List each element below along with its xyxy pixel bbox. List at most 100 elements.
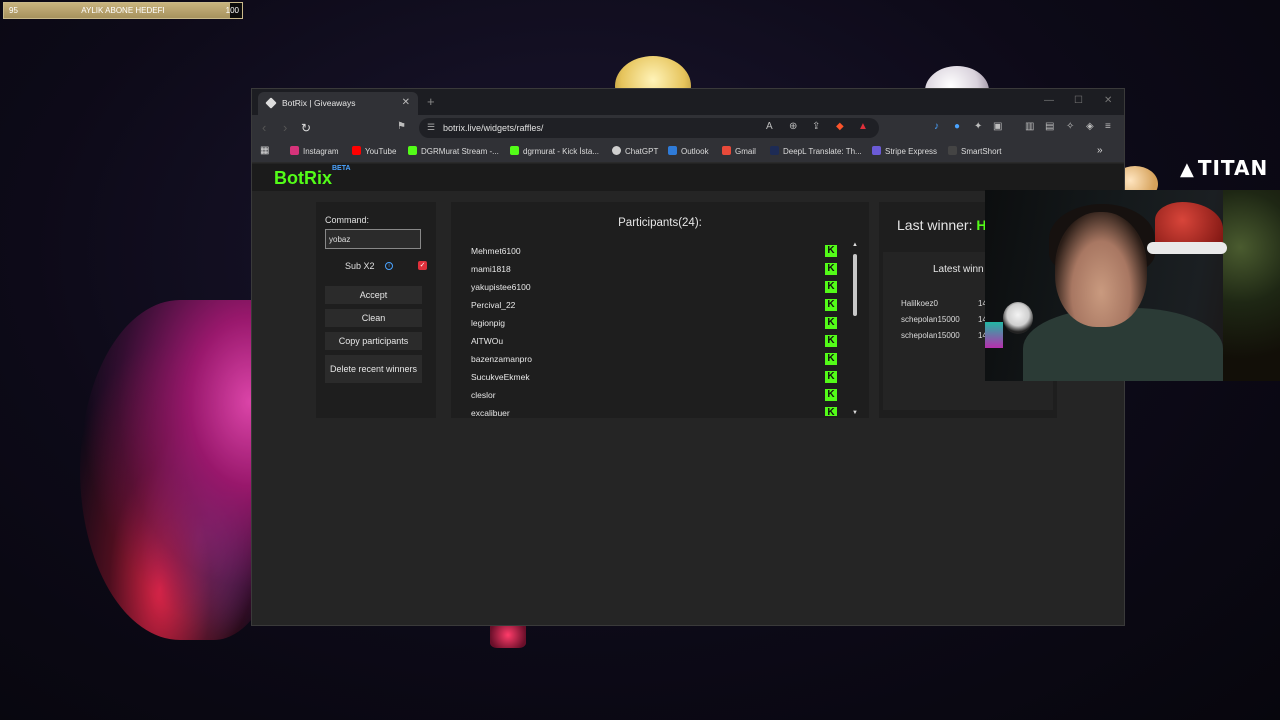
copy-participants-button[interactable]: Copy participants bbox=[325, 332, 422, 350]
titan-logo-text: TITAN bbox=[1197, 156, 1269, 180]
site-settings-icon[interactable]: ☰ bbox=[427, 122, 435, 133]
bookmark-youtube[interactable]: YouTube bbox=[352, 146, 396, 156]
bookmarks-bar: ▦ Instagram YouTube DGRMurat Stream -...… bbox=[252, 141, 1124, 163]
participant-name: legionpig bbox=[471, 318, 506, 328]
streamer-face bbox=[1055, 212, 1147, 327]
participant-name: Mehmet6100 bbox=[471, 246, 521, 256]
browser-toolbar: ‹ › ↻ ⚑ ☰ botrix.live/widgets/raffles/ A… bbox=[252, 115, 1124, 141]
command-input[interactable] bbox=[325, 229, 421, 249]
list-item: Halilkoez0 14 bbox=[901, 299, 987, 308]
puzzle-icon[interactable]: ✦ bbox=[974, 121, 982, 132]
kick-icon: K bbox=[825, 407, 837, 416]
participants-panel: Participants(24): Mehmet6100 K mami1818 K … bbox=[451, 202, 869, 418]
list-item: Percival_22 K bbox=[459, 296, 837, 314]
bookmark-gmail[interactable]: Gmail bbox=[722, 146, 756, 156]
participant-name: AlTWOu bbox=[471, 336, 504, 346]
brave-rewards-icon[interactable]: ▲ bbox=[858, 121, 868, 132]
participant-name: Percival_22 bbox=[471, 300, 516, 310]
tab-botrix-giveaways[interactable]: BotRix | Giveaways ✕ bbox=[258, 92, 418, 115]
brave-shield-icon[interactable]: ◆ bbox=[836, 121, 844, 132]
kick-icon: K bbox=[825, 299, 837, 311]
maximize-icon[interactable]: ☐ bbox=[1074, 95, 1083, 106]
extension-icon[interactable]: ● bbox=[954, 121, 960, 132]
sub-goal-title: AYLIK ABONE HEDEFI bbox=[81, 6, 165, 15]
stripe-icon bbox=[872, 146, 881, 155]
list-item: Mehmet6100 K bbox=[459, 242, 837, 260]
deepl-icon bbox=[770, 146, 779, 155]
bookmark-stripe[interactable]: Stripe Express bbox=[872, 146, 937, 156]
screenshot-icon[interactable]: ▣ bbox=[993, 121, 1002, 132]
sub-multiplier-label: Sub X2 bbox=[345, 261, 375, 271]
participants-scrollbar[interactable]: ▲ ▼ bbox=[851, 242, 859, 416]
tab-close-icon[interactable]: ✕ bbox=[402, 97, 410, 108]
accept-button[interactable]: Accept bbox=[325, 286, 422, 304]
kick-icon: K bbox=[825, 353, 837, 365]
new-tab-icon[interactable]: + bbox=[427, 94, 435, 109]
reload-icon[interactable]: ↻ bbox=[301, 121, 311, 135]
sidebar-icon[interactable]: ▥ bbox=[1025, 121, 1034, 132]
decoration-swirl bbox=[80, 300, 280, 640]
list-item: AlTWOu K bbox=[459, 332, 837, 350]
last-winner-heading: Last winner: H bbox=[897, 217, 987, 233]
share-icon[interactable]: ⇪ bbox=[812, 121, 820, 132]
minimize-icon[interactable]: — bbox=[1044, 95, 1054, 106]
bookmark-chatgpt[interactable]: ChatGPT bbox=[612, 146, 658, 156]
bookmark-dgrmurat-stream[interactable]: DGRMurat Stream -... bbox=[408, 146, 499, 156]
participant-name: bazenzamanpro bbox=[471, 354, 532, 364]
bookmark-icon[interactable]: ⚑ bbox=[397, 121, 406, 132]
botrix-logo[interactable]: BotRixBETA bbox=[274, 165, 351, 189]
apps-grid-icon[interactable]: ▦ bbox=[260, 145, 269, 156]
wallet-icon[interactable]: ▤ bbox=[1045, 121, 1054, 132]
scroll-up-icon[interactable]: ▲ bbox=[852, 242, 858, 248]
list-item: schepolan15000 14 bbox=[901, 315, 987, 324]
zoom-icon[interactable]: ⊕ bbox=[789, 121, 797, 132]
kick-icon: K bbox=[825, 245, 837, 257]
bookmark-instagram[interactable]: Instagram bbox=[290, 146, 339, 156]
list-item: excalibuer K bbox=[459, 404, 837, 416]
back-icon[interactable]: ‹ bbox=[262, 120, 266, 135]
participants-list[interactable]: Mehmet6100 K mami1818 K yakupistee6100 K Pe… bbox=[459, 242, 837, 416]
kick-icon bbox=[408, 146, 417, 155]
kick-icon bbox=[510, 146, 519, 155]
close-window-icon[interactable]: ✕ bbox=[1104, 95, 1112, 106]
kick-icon: K bbox=[825, 281, 837, 293]
winner-name: schepolan15000 bbox=[901, 331, 960, 340]
participant-name: mami1818 bbox=[471, 264, 511, 274]
forward-icon[interactable]: › bbox=[283, 120, 287, 135]
outlook-icon bbox=[668, 146, 677, 155]
bookmark-deepl[interactable]: DeepL Translate: Th... bbox=[770, 146, 862, 156]
webcam-feed bbox=[985, 190, 1280, 381]
menu-icon[interactable]: ≡ bbox=[1105, 121, 1111, 132]
christmas-tree bbox=[1223, 190, 1280, 381]
link-icon bbox=[948, 146, 957, 155]
info-icon[interactable]: i bbox=[385, 262, 393, 270]
command-label: Command: bbox=[325, 215, 370, 225]
url-text: botrix.live/widgets/raffles/ bbox=[443, 123, 544, 133]
youtube-icon bbox=[352, 146, 361, 155]
latest-winners-title: Latest winn bbox=[933, 264, 984, 275]
address-bar[interactable]: ☰ botrix.live/widgets/raffles/ bbox=[419, 118, 879, 138]
scrollbar-thumb[interactable] bbox=[853, 254, 857, 316]
instagram-icon bbox=[290, 146, 299, 155]
list-item: legionpig K bbox=[459, 314, 837, 332]
bookmark-outlook[interactable]: Outlook bbox=[668, 146, 709, 156]
tab-title: BotRix | Giveaways bbox=[282, 98, 356, 108]
kick-icon: K bbox=[825, 371, 837, 383]
more-bookmarks-icon[interactable]: » bbox=[1097, 145, 1103, 156]
sub-multiplier-checkbox[interactable]: ✓ bbox=[418, 261, 427, 270]
delete-recent-winners-button[interactable]: Delete recent winners bbox=[325, 355, 422, 383]
bookmark-smartshort[interactable]: SmartShort bbox=[948, 146, 1001, 156]
scroll-down-icon[interactable]: ▼ bbox=[852, 410, 858, 416]
leo-icon[interactable]: ✧ bbox=[1066, 121, 1074, 132]
bookmark-dgrmurat-kick[interactable]: dgrmurat - Kick İsta... bbox=[510, 146, 599, 156]
titan-mark-icon: ▲ bbox=[1180, 159, 1195, 180]
gmail-icon bbox=[722, 146, 731, 155]
clean-button[interactable]: Clean bbox=[325, 309, 422, 327]
kick-icon: K bbox=[825, 317, 837, 329]
vpn-icon[interactable]: ◈ bbox=[1086, 121, 1094, 132]
botrix-favicon-icon bbox=[265, 97, 277, 109]
audio-icon[interactable]: ♪ bbox=[934, 121, 939, 132]
rgb-light bbox=[985, 322, 1003, 348]
participant-name: yakupistee6100 bbox=[471, 282, 531, 292]
translate-icon[interactable]: A bbox=[766, 121, 773, 132]
